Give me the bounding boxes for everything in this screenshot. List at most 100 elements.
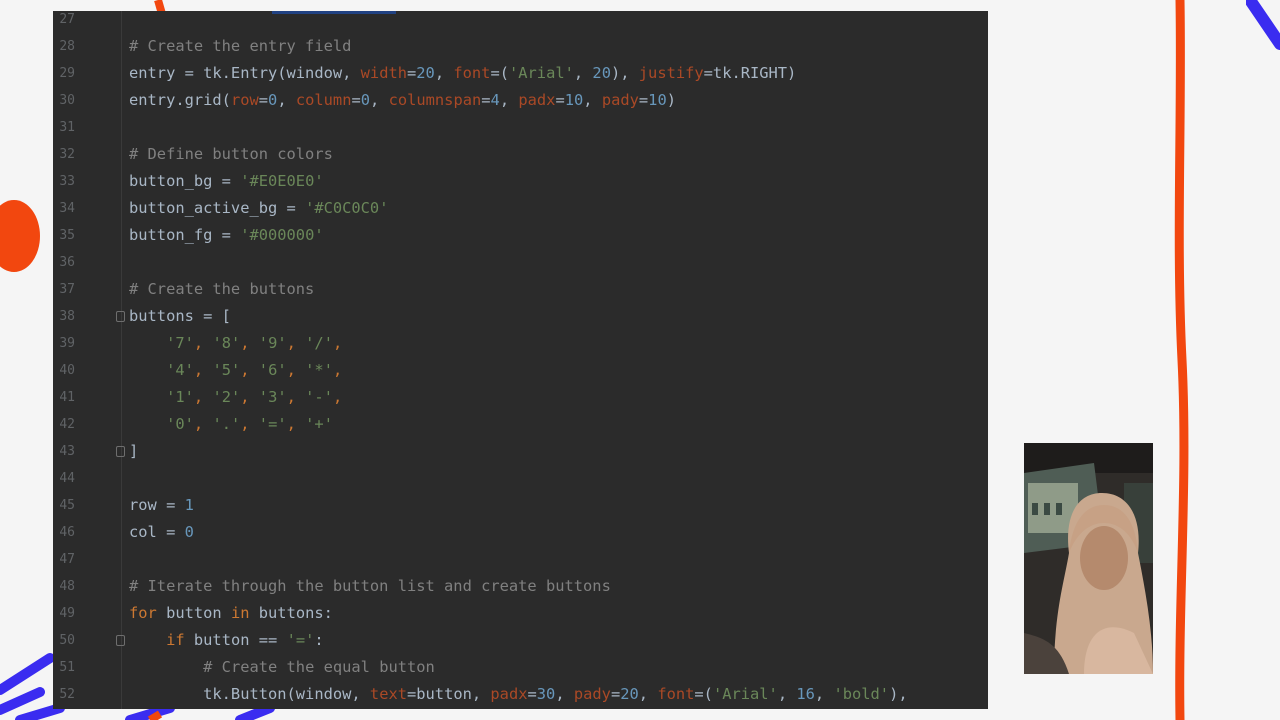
code-token: '#000000' [240, 226, 324, 244]
code-text: col = 0 [129, 519, 194, 546]
code-text: # Define button colors [129, 141, 333, 168]
code-token: '7' [166, 334, 194, 352]
fold-toggle-icon[interactable] [116, 635, 125, 646]
code-token: 20 [416, 64, 435, 82]
fold-toggle-icon[interactable] [116, 311, 125, 322]
code-line[interactable]: 47 [53, 546, 988, 573]
code-line[interactable]: 35 button_fg = '#000000' [53, 222, 988, 249]
line-number: 42 [59, 417, 75, 432]
code-token: = [638, 91, 649, 109]
code-token: columnspan [388, 91, 482, 109]
code-line[interactable]: 34 button_active_bg = '#C0C0C0' [53, 195, 988, 222]
code-line[interactable]: 30 entry.grid(row=0, column=0, columnspan… [53, 87, 988, 114]
code-text: button_bg = '#E0E0E0' [129, 168, 324, 195]
code-token: row [230, 91, 259, 109]
code-line[interactable]: 40 '4', '5', '6', '*', [53, 357, 988, 384]
code-token: pady [601, 91, 639, 109]
code-text: entry = tk.Entry(window, width=20, font=… [129, 60, 796, 87]
line-number: 39 [59, 336, 75, 351]
code-line[interactable]: 42 '0', '.', '=', '+' [53, 411, 988, 438]
fold-toggle-icon[interactable] [116, 446, 125, 457]
code-token: '*' [305, 361, 333, 379]
code-token: justify [638, 64, 704, 82]
code-token: =tk.RIGHT) [703, 64, 797, 82]
code-token: = [527, 685, 537, 703]
line-number: 35 [59, 228, 75, 243]
code-token: '/' [305, 334, 333, 352]
code-token: , [240, 388, 259, 406]
code-line[interactable]: 48 # Iterate through the button list and … [53, 573, 988, 600]
code-line[interactable]: 32 # Define button colors [53, 141, 988, 168]
code-token: , [277, 91, 296, 109]
code-token: '8' [212, 334, 241, 352]
code-token: , [638, 685, 658, 703]
code-token: , [434, 64, 454, 82]
code-token: '5' [212, 361, 241, 379]
code-token: 0 [184, 523, 194, 541]
code-token: =button, [407, 685, 491, 703]
code-line[interactable]: 37 # Create the buttons [53, 276, 988, 303]
code-line[interactable]: 38 buttons = [ [53, 303, 988, 330]
code-token: , [814, 685, 834, 703]
code-line[interactable]: 36 [53, 249, 988, 276]
code-text: '0', '.', '=', '+' [129, 411, 333, 438]
code-token: , [286, 334, 306, 352]
code-text: if button == '=': [129, 627, 324, 654]
code-token: 20 [592, 64, 611, 82]
code-token: row = [129, 496, 185, 514]
code-line[interactable]: 49 for button in buttons: [53, 600, 988, 627]
line-number: 43 [59, 444, 75, 459]
code-token: ), [889, 685, 908, 703]
line-number: 37 [59, 282, 75, 297]
code-line[interactable]: 46 col = 0 [53, 519, 988, 546]
code-token: button [166, 604, 231, 622]
code-text: '7', '8', '9', '/', [129, 330, 342, 357]
code-line[interactable]: 31 [53, 114, 988, 141]
code-token: , [555, 685, 574, 703]
code-line[interactable]: 39 '7', '8', '9', '/', [53, 330, 988, 357]
code-line[interactable]: 27 [53, 11, 988, 33]
code-token: 'bold' [833, 685, 890, 703]
code-line[interactable]: 43] [53, 438, 988, 465]
code-token: , [332, 361, 343, 379]
code-token: , [573, 64, 593, 82]
code-token: '-' [305, 388, 333, 406]
line-number: 30 [59, 93, 75, 108]
line-number: 29 [59, 66, 75, 81]
code-token: button == [193, 631, 287, 649]
code-token: tk.Button(window, [129, 685, 370, 703]
code-text: button_active_bg = '#C0C0C0' [129, 195, 388, 222]
code-line[interactable]: 45 row = 1 [53, 492, 988, 519]
code-token: font [453, 64, 491, 82]
code-token: 16 [796, 685, 815, 703]
code-line[interactable]: 29 entry = tk.Entry(window, width=20, fon… [53, 60, 988, 87]
line-number: 34 [59, 201, 75, 216]
code-text: row = 1 [129, 492, 194, 519]
code-token: button_active_bg = [129, 199, 306, 217]
code-token: , [286, 415, 306, 433]
code-token: '9' [258, 334, 287, 352]
code-token: = [481, 91, 491, 109]
code-token: , [240, 334, 259, 352]
code-token: buttons = [ [129, 307, 231, 325]
code-line[interactable]: 50 if button == '=': [53, 627, 988, 654]
line-number: 48 [59, 579, 75, 594]
code-editor[interactable]: 27 28 # Create the entry field 29 entry = tk… [53, 11, 988, 709]
code-line[interactable]: 52 tk.Button(window, text=button, padx=3… [53, 681, 988, 708]
line-number: 41 [59, 390, 75, 405]
code-line[interactable]: 33 button_bg = '#E0E0E0' [53, 168, 988, 195]
code-token: = [258, 91, 269, 109]
code-token: 'Arial' [509, 64, 574, 82]
line-number: 45 [59, 498, 75, 513]
code-line[interactable]: 51 # Create the equal button [53, 654, 988, 681]
line-number: 36 [59, 255, 75, 270]
code-line[interactable]: 44 [53, 465, 988, 492]
code-token: =( [490, 64, 509, 82]
code-line[interactable]: 41 '1', '2', '3', '-', [53, 384, 988, 411]
code-line[interactable]: 28 # Create the entry field [53, 33, 988, 60]
code-token: button_bg = [129, 172, 241, 190]
